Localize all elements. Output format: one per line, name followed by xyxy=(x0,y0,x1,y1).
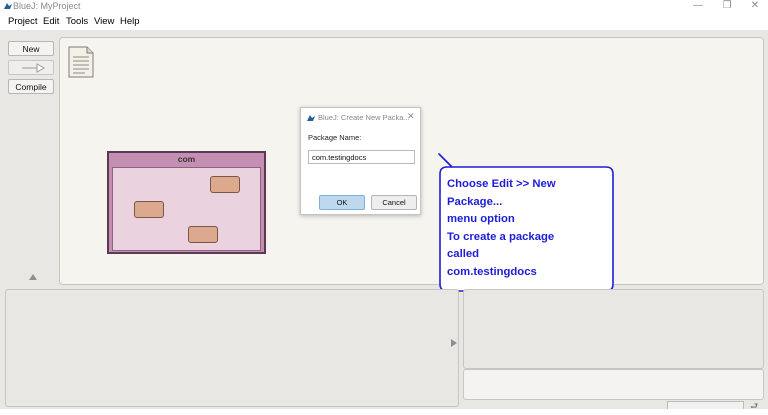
close-icon[interactable]: ✕ xyxy=(744,0,766,14)
cancel-button[interactable]: Cancel xyxy=(371,195,417,210)
status-field xyxy=(667,401,744,409)
bluej-bird-icon xyxy=(4,3,12,9)
package-name-input[interactable]: com.testingdocs xyxy=(308,150,415,164)
callout-line: menu option xyxy=(447,213,515,226)
new-inheritance-button[interactable] xyxy=(8,60,54,75)
bluej-bird-icon xyxy=(307,115,315,121)
package-name-label: Package Name: xyxy=(308,133,362,142)
menu-view[interactable]: View xyxy=(94,16,114,27)
dialog-close-icon[interactable]: ✕ xyxy=(407,111,415,122)
class-box xyxy=(210,176,240,193)
new-class-button[interactable]: New Class... xyxy=(8,41,54,69)
inheritance-arrow-icon xyxy=(22,63,46,73)
package-name: com xyxy=(177,154,196,164)
ok-button[interactable]: OK xyxy=(319,195,365,210)
readme-document-icon[interactable] xyxy=(67,46,95,78)
compile-button[interactable]: Compile xyxy=(8,79,54,94)
window-title: BlueJ: MyProject xyxy=(13,1,81,11)
object-bench-panel[interactable] xyxy=(5,289,459,407)
minimize-icon[interactable]: — xyxy=(687,0,709,14)
callout-text: Choose Edit >> New Package... menu optio… xyxy=(447,176,607,282)
class-box xyxy=(134,201,164,218)
callout-line: com.testingdocs xyxy=(447,265,537,278)
title-bar: BlueJ: MyProject — ❐ ✕ xyxy=(0,0,768,14)
menu-tools[interactable]: Tools xyxy=(66,16,88,27)
create-package-dialog: BlueJ: Create New Packa... ✕ Package Nam… xyxy=(300,107,421,215)
callout-line: Choose Edit >> New xyxy=(447,178,556,190)
menu-edit[interactable]: Edit xyxy=(43,16,59,27)
callout-line: called xyxy=(447,248,480,261)
callout-line: Package... xyxy=(447,195,503,208)
menu-project[interactable]: Project xyxy=(8,16,38,27)
menu-help[interactable]: Help xyxy=(120,16,140,27)
class-box xyxy=(188,226,218,243)
dialog-title: BlueJ: Create New Packa... xyxy=(318,113,410,122)
menu-bar: Project Edit Tools View Help xyxy=(0,14,768,30)
codepad-input[interactable] xyxy=(463,369,764,400)
collapse-up-icon[interactable] xyxy=(29,274,37,280)
package-com[interactable]: com xyxy=(107,151,266,254)
resize-corner-icon[interactable]: ⮐ xyxy=(750,399,758,415)
codepad-panel[interactable] xyxy=(463,289,764,369)
callout-line: To create a package xyxy=(447,230,555,243)
expand-right-icon[interactable] xyxy=(451,339,457,347)
restore-icon[interactable]: ❐ xyxy=(716,0,738,14)
package-contents xyxy=(112,167,261,251)
